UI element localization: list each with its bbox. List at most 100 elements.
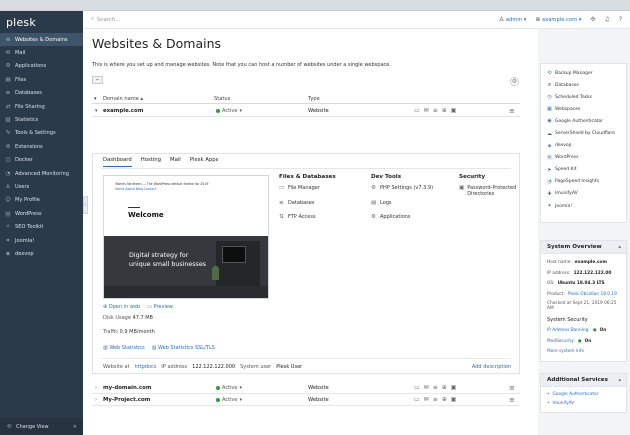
sidebar-item-joomla[interactable]: ✶ Joomla! — [0, 234, 83, 247]
sidebar-item-advanced-monitoring[interactable]: ◔ Advanced Monitoring — [0, 167, 83, 180]
sidebar-item-files[interactable]: ▤ Files — [0, 73, 83, 86]
folder-icon[interactable]: ▭ — [414, 396, 420, 403]
sidebar-item-extensions[interactable]: ✣ Extensions — [0, 140, 83, 153]
modsecurity-link[interactable]: ModSecurity: — [547, 339, 575, 344]
database-icon[interactable]: ≡ — [433, 107, 438, 114]
close-icon[interactable]: × — [73, 424, 77, 430]
database-icon[interactable]: ≡ — [433, 396, 438, 403]
lock-icon[interactable]: ▣ — [451, 396, 457, 403]
domain-row[interactable]: › my-domain.com Active ▾ Website ▭ ✉ ≡ ⊕ ▣ ≡ — [92, 382, 520, 394]
chevron-down-icon[interactable]: ▾ — [95, 108, 98, 114]
status-badge[interactable]: Active ▾ — [216, 108, 242, 114]
status-badge[interactable]: Active ▾ — [216, 385, 242, 391]
add-description-link[interactable]: Add description — [472, 364, 511, 370]
open-in-web-link[interactable]: ⊕ Open in web — [103, 304, 140, 310]
tab-mail[interactable]: Mail — [170, 157, 181, 167]
tool-link[interactable]: ◔ PageSpeed Insights — [541, 176, 626, 188]
help-icon[interactable]: ? — [619, 16, 622, 23]
sidebar-item-databases[interactable]: ≡ Databases — [0, 87, 83, 100]
ip-banning-link[interactable]: IP Address Banning: — [547, 328, 590, 333]
section-link[interactable]: ▭ File Manager — [279, 185, 365, 200]
website-at-value[interactable]: httpdocs — [135, 364, 157, 370]
select-all-chevron-icon[interactable]: ▾ — [94, 96, 97, 102]
extension-icon[interactable]: ✣ — [590, 16, 595, 23]
bell-icon[interactable]: ♫ — [604, 16, 609, 23]
column-type[interactable]: Type — [308, 96, 320, 102]
tab-plesk-apps[interactable]: Plesk Apps — [190, 157, 219, 167]
tool-link[interactable]: ◷ Scheduled Tasks — [541, 91, 626, 103]
mail-icon[interactable]: ✉ — [424, 396, 429, 403]
tab-hosting[interactable]: Hosting — [141, 157, 161, 167]
sidebar-item-mail[interactable]: ✉ Mail — [0, 46, 83, 59]
hamburger-menu-icon[interactable]: ≡ — [509, 107, 515, 115]
more-system-info-link[interactable]: More system info — [547, 349, 584, 354]
preview-link[interactable]: ▭ Preview — [147, 304, 173, 310]
change-view-button[interactable]: ⟲ Change View × — [0, 418, 83, 435]
mail-icon[interactable]: ✉ — [424, 107, 429, 114]
mail-icon[interactable]: ✉ — [424, 384, 429, 391]
domain-name[interactable]: my-domain.com — [103, 385, 151, 391]
additional-service-link[interactable]: • ImunifyAV — [547, 399, 620, 408]
user-menu[interactable]: ♙ admin ▾ — [499, 16, 527, 23]
domain-row[interactable]: ▾ example.com Active ▾ Website ▭ ✉ ≡ ⊕ ▣ ≡ — [92, 105, 520, 117]
hamburger-menu-icon[interactable]: ≡ — [509, 396, 515, 404]
sidebar-item-users[interactable]: ♙ Users — [0, 180, 83, 193]
globe-icon[interactable]: ⊕ — [442, 396, 447, 403]
sidebar-item-statistics[interactable]: ▥ Statistics — [0, 113, 83, 126]
domain-name[interactable]: My-Project.com — [103, 397, 150, 403]
tool-link[interactable]: ⟲ Backup Manager — [541, 67, 626, 79]
product-value[interactable]: Plesk Obsidian 18.0.19 — [568, 292, 617, 297]
column-domain-name[interactable]: Domain name ▴ — [103, 96, 143, 102]
collapse-all-button[interactable]: − — [92, 76, 103, 84]
hamburger-menu-icon[interactable]: ≡ — [509, 384, 515, 392]
sidebar-item-tools-settings[interactable]: ✎ Tools & Settings — [0, 127, 83, 140]
lock-icon[interactable]: ▣ — [451, 384, 457, 391]
web-statistics-link[interactable]: ▥ Web Statistics — [103, 345, 145, 351]
domain-switcher[interactable]: ⊕ example.com ▾ — [535, 16, 581, 23]
section-link[interactable]: ≡ Databases — [279, 200, 365, 215]
website-preview[interactable]: Twenty Nineteen — The WordPress default … — [103, 175, 269, 299]
section-link[interactable]: ▣ Password-Protected Directories — [459, 185, 521, 200]
tool-link[interactable]: ☁ ServerShield by Cloudflare — [541, 127, 626, 139]
sidebar-item-websites-domains[interactable]: ⊕ Websites & Domains — [0, 33, 83, 47]
status-badge[interactable]: Active ▾ — [216, 397, 242, 403]
gear-icon[interactable]: ⚙ — [510, 77, 519, 86]
sidebar-item-my-profile[interactable]: ☺ My Profile — [0, 194, 83, 207]
tool-link[interactable]: Ⓦ WordPress — [541, 152, 626, 164]
sidebar-item-wordpress[interactable]: Ⓦ WordPress — [0, 207, 83, 220]
tool-link[interactable]: ➤ Speed Kit — [541, 164, 626, 176]
section-link[interactable]: ⚙ PHP Settings (v7.3.9) — [371, 185, 457, 200]
chevron-up-icon[interactable]: ▴ — [618, 377, 621, 383]
search-input[interactable]: Search... — [97, 17, 120, 23]
section-link[interactable]: ⇅ FTP Access — [279, 214, 365, 229]
sidebar-item-dexvop[interactable]: ◈ dexvop — [0, 247, 83, 260]
domain-row[interactable]: › My-Project.com Active ▾ Website ▭ ✉ ≡ ⊕ ▣ ≡ — [92, 394, 520, 406]
section-link[interactable]: ⚙ Applications — [371, 214, 457, 229]
tool-link[interactable]: ✶ Joomla! — [541, 200, 626, 212]
section-link[interactable]: ▤ Logs — [371, 200, 457, 215]
sidebar-item-applications[interactable]: ⚙ Applications — [0, 60, 83, 73]
sidebar-item-docker[interactable]: ◫ Docker — [0, 154, 83, 167]
folder-icon[interactable]: ▭ — [414, 384, 420, 391]
database-icon[interactable]: ≡ — [433, 384, 438, 391]
tool-link[interactable]: ◉ Google Authenticator — [541, 115, 626, 127]
folder-icon[interactable]: ▭ — [414, 107, 420, 114]
column-status[interactable]: Status — [214, 96, 230, 102]
globe-icon[interactable]: ⊕ — [442, 107, 447, 114]
domain-name[interactable]: example.com — [103, 108, 143, 114]
chevron-right-icon[interactable]: › — [95, 397, 97, 403]
tool-link[interactable]: ▦ Webspaces — [541, 103, 626, 115]
plesk-logo[interactable]: plesk — [0, 11, 83, 33]
lock-icon[interactable]: ▣ — [451, 107, 457, 114]
search-box[interactable]: ⌕ Search... — [91, 16, 120, 23]
chevron-right-icon[interactable]: › — [95, 385, 97, 391]
tab-dashboard[interactable]: Dashboard — [103, 157, 132, 167]
tool-link[interactable]: ✚ ImunifyAV — [541, 188, 626, 200]
tool-link[interactable]: ◈ dexvop — [541, 140, 626, 152]
web-statistics-ssl-link[interactable]: ▥ Web Statistics SSL/TLS — [152, 345, 215, 351]
sidebar-item-seo-toolkit[interactable]: ✧ SEO Toolkit — [0, 220, 83, 233]
tool-link[interactable]: ≡ Databases — [541, 79, 626, 91]
sidebar-item-file-sharing[interactable]: ⇄ File Sharing — [0, 100, 83, 113]
additional-service-link[interactable]: • Google Authenticator — [547, 390, 620, 399]
globe-icon[interactable]: ⊕ — [442, 384, 447, 391]
